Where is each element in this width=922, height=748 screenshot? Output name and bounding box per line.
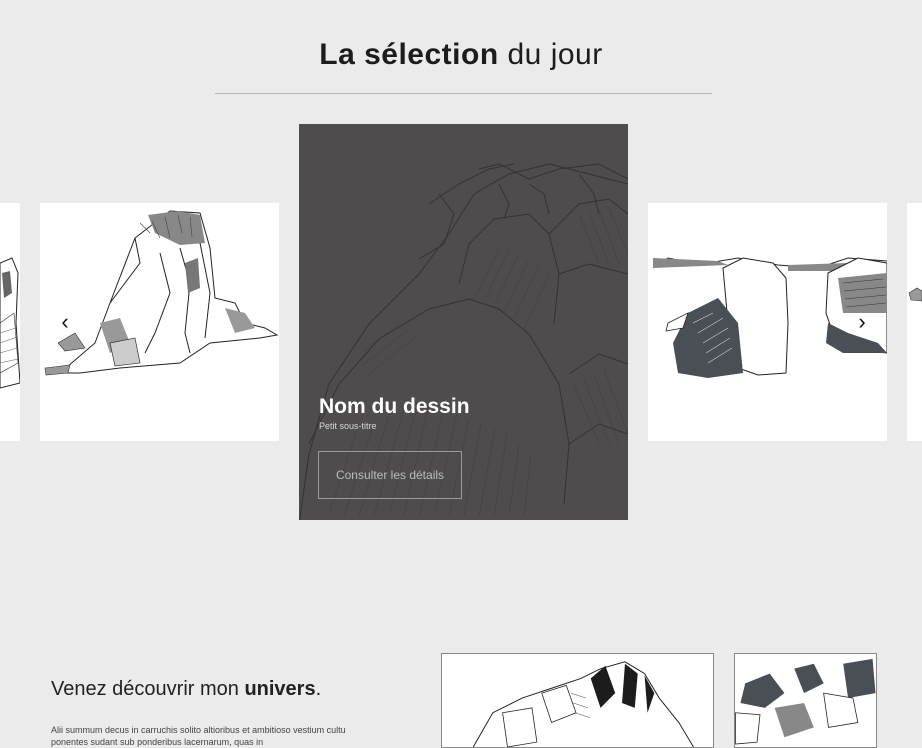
carousel-card-far-left[interactable]	[0, 203, 20, 441]
carousel-card-featured[interactable]: Nom du dessin Petit sous-titre Consulter…	[299, 124, 628, 520]
drawing-image	[735, 658, 876, 747]
section-title-start: Venez découvrir mon	[51, 678, 245, 700]
featured-subtitle: Petit sous-titre	[319, 421, 377, 431]
section-title-bold: univers	[244, 678, 316, 700]
chevron-left-icon: ‹	[61, 309, 69, 334]
page-title-rest: du jour	[498, 38, 603, 71]
carousel-card-far-right[interactable]	[907, 203, 922, 441]
section-title-end: .	[315, 678, 322, 700]
featured-title: Nom du dessin	[319, 395, 470, 418]
carousel-next-button[interactable]: ›	[849, 309, 875, 335]
drawing-image	[908, 287, 922, 302]
drawing-image	[0, 257, 20, 389]
title-divider	[215, 93, 712, 94]
gallery-image-2[interactable]	[734, 653, 877, 748]
drawing-image	[472, 661, 694, 747]
chevron-right-icon: ›	[858, 309, 866, 334]
view-details-button[interactable]: Consulter les détails	[318, 451, 462, 499]
section-text: Alii summum decus in carruchis solito al…	[51, 725, 346, 747]
carousel-prev-button[interactable]: ‹	[52, 309, 78, 335]
section-title: Venez découvrir mon univers.	[51, 678, 321, 701]
gallery-image-1[interactable]	[441, 653, 714, 748]
page-title: La sélection du jour	[0, 38, 922, 72]
page-title-bold: La sélection	[319, 38, 499, 71]
